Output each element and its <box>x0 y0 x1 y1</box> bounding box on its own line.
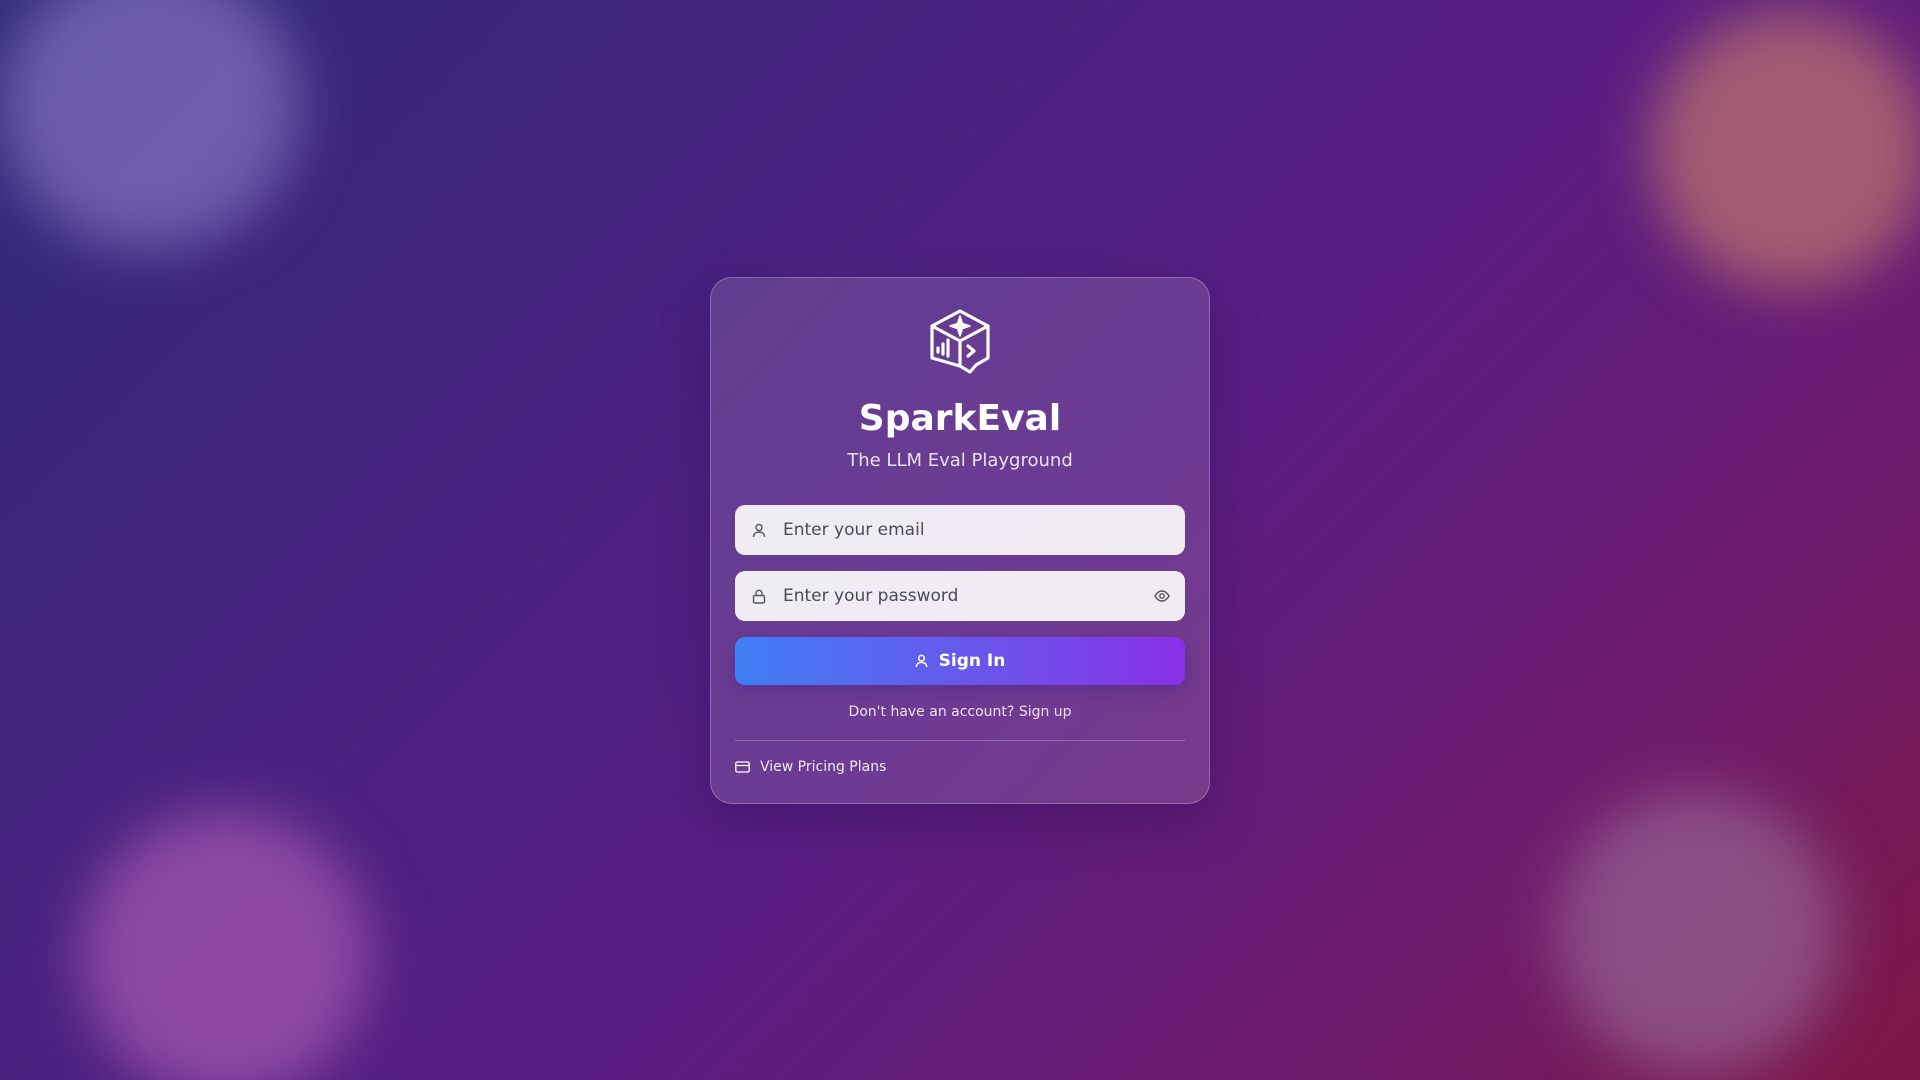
background-blob-top-right <box>1650 10 1920 290</box>
email-input[interactable] <box>783 505 1185 555</box>
view-pricing-link[interactable]: View Pricing Plans <box>735 759 886 775</box>
sign-up-link[interactable]: Sign up <box>1019 704 1072 720</box>
signup-prompt: Don't have an account? Sign up <box>735 704 1185 720</box>
cube-sparkle-chart-icon <box>930 309 990 374</box>
login-card: SparkEval The LLM Eval Playground Enter … <box>710 277 1210 804</box>
background-blob-top-left <box>0 0 300 250</box>
credit-card-icon <box>735 760 751 774</box>
eye-icon[interactable] <box>1153 587 1171 605</box>
lock-icon <box>751 588 767 604</box>
sign-in-label: Sign In <box>938 651 1006 671</box>
view-pricing-label: View Pricing Plans <box>760 759 887 775</box>
password-input[interactable] <box>783 571 1153 621</box>
app-tagline: The LLM Eval Playground <box>847 450 1073 471</box>
signup-prompt-text: Don't have an account? <box>848 704 1015 720</box>
app-title: SparkEval <box>858 398 1062 439</box>
user-icon <box>751 522 767 538</box>
password-field[interactable] <box>735 571 1185 621</box>
email-field[interactable] <box>735 505 1185 555</box>
sign-in-button[interactable]: Sign In <box>735 637 1185 685</box>
divider <box>735 740 1185 741</box>
background-blob-bottom-left <box>80 810 370 1080</box>
background-blob-bottom-right <box>1555 790 1840 1075</box>
user-icon <box>915 653 931 669</box>
